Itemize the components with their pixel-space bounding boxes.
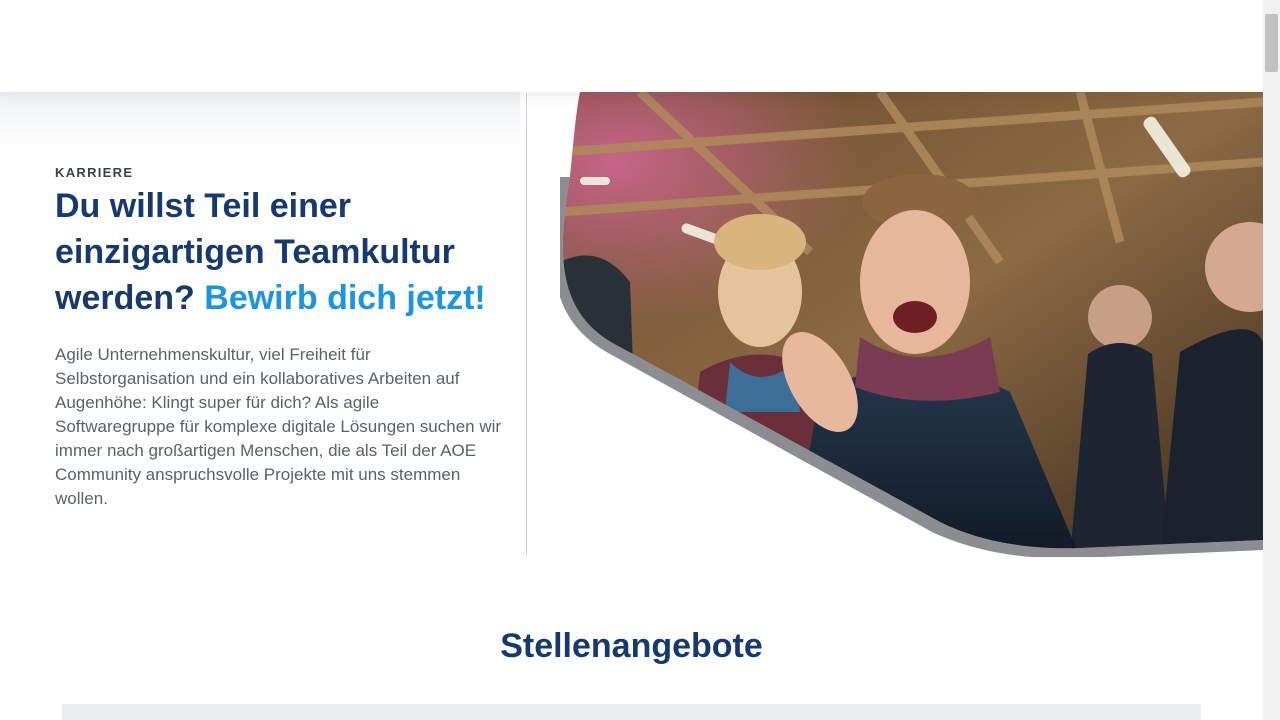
hero-divider bbox=[526, 93, 527, 556]
scrollbar-thumb[interactable] bbox=[1265, 14, 1278, 72]
page-scrollbar[interactable] bbox=[1263, 0, 1280, 720]
jobs-section-title: Stellenangebote bbox=[500, 627, 763, 665]
site-header bbox=[0, 0, 1263, 92]
hero-headline: Du willst Teil einer einzigartigen Teamk… bbox=[55, 183, 515, 321]
jobs-list-panel bbox=[62, 704, 1201, 720]
headline-accent: Bewirb dich jetzt! bbox=[204, 279, 486, 317]
hero-intro: Agile Unternehmenskultur, viel Freiheit … bbox=[55, 345, 502, 508]
hero-team-photo bbox=[560, 92, 1263, 557]
hero-shadow bbox=[0, 92, 520, 152]
hero-kicker: KARRIERE bbox=[55, 165, 134, 180]
